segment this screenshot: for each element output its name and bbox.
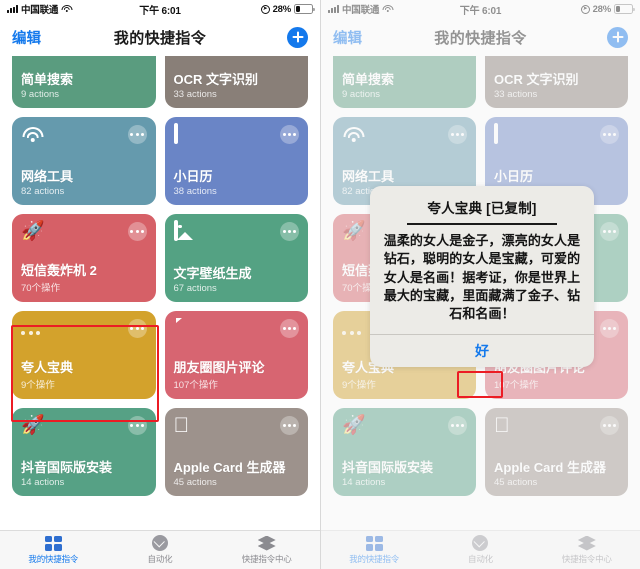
card-footer: 抖音国际版安装 14 actions [21, 460, 147, 488]
card-action-count: 38 actions [173, 186, 217, 197]
left-phone-screen: 中国联通 下午 6:01 ➤ 28% 编辑 我的快捷指令 简单搜索 9 acti… [0, 0, 320, 569]
card-action-count: 9个操作 [21, 380, 55, 391]
navigation-bar: 编辑 我的快捷指令 [0, 18, 320, 56]
card-footer: OCR 文字识别 33 actions [173, 72, 300, 100]
rocket-icon: 🚀 [21, 221, 45, 242]
card-more-button[interactable] [280, 416, 299, 435]
card-action-count: 14 actions [21, 477, 65, 488]
card-header: 🚀 [21, 416, 147, 440]
card-footer: 网络工具 82 actions [21, 169, 147, 197]
shortcut-card[interactable]: 小日历 38 actions [164, 117, 308, 205]
card-title: 简单搜索 [21, 72, 74, 88]
shortcut-card[interactable]: 🚀 短信轰炸机 2 70个操作 [12, 214, 156, 302]
tab-快捷指令中心[interactable]: 快捷指令中心 [213, 531, 320, 569]
card-header [21, 125, 147, 149]
card-footer: 文字壁纸生成 67 actions [173, 266, 300, 294]
card-more-button[interactable] [127, 222, 147, 241]
tab-自动化[interactable]: 自动化 [107, 531, 214, 569]
dialog-title: 夸人宝典 [已复制] [427, 201, 537, 216]
tab-label: 我的快捷指令 [28, 553, 79, 564]
dialog-ok-button[interactable]: 好 [370, 335, 594, 367]
card-title: 抖音国际版安装 [21, 460, 113, 476]
card-title: 网络工具 [21, 169, 74, 185]
card-action-count: 70个操作 [21, 283, 61, 294]
card-title: Apple Card 生成器 [173, 460, 286, 476]
card-header [173, 220, 299, 246]
wifi-icon [21, 125, 44, 145]
rocket-icon: 🚀 [21, 415, 45, 436]
shortcut-card[interactable]: 简单搜索 9 actions [12, 56, 156, 108]
card-more-button[interactable] [127, 416, 147, 435]
page-title: 我的快捷指令 [113, 29, 207, 47]
card-more-button[interactable] [280, 125, 299, 144]
card-title: OCR 文字识别 [173, 72, 259, 88]
card-footer: 短信轰炸机 2 70个操作 [21, 263, 147, 294]
battery-icon [294, 4, 315, 14]
card-more-button[interactable] [127, 319, 147, 338]
card-action-count: 67 actions [173, 283, 217, 294]
card-title: 朋友圈图片评论 [173, 360, 265, 376]
ellipsis-icon [21, 319, 44, 339]
card-footer: 简单搜索 9 actions [21, 72, 147, 100]
card-more-button[interactable] [127, 125, 147, 144]
tab-我的快捷指令[interactable]: 我的快捷指令 [0, 531, 107, 569]
card-footer: 小日历 38 actions [173, 169, 300, 197]
location-arrow-icon: ➤ [260, 4, 270, 14]
card-more-button[interactable] [280, 222, 299, 241]
card-action-count: 33 actions [173, 89, 217, 100]
shortcut-card[interactable]: OCR 文字识别 33 actions [164, 56, 308, 108]
shortcut-card[interactable]: 朋友圈图片评论 107个操作 [164, 311, 308, 399]
card-action-count: 45 actions [173, 477, 217, 488]
tab-label: 快捷指令中心 [241, 553, 292, 564]
dialog-body: 夸人宝典 [已复制] 温柔的女人是金子，漂亮的女人是钻石，聪明的女人是宝藏，可爱… [370, 186, 594, 334]
card-action-count: 82 actions [21, 186, 65, 197]
battery-percent-label: 28% [272, 3, 292, 15]
shortcut-card[interactable]: 网络工具 82 actions [12, 117, 156, 205]
status-bar: 中国联通 下午 6:01 ➤ 28% [0, 0, 320, 18]
shortcuts-grid: 简单搜索 9 actions OCR 文字识别 33 actions 网络工具 … [0, 56, 320, 496]
layers-icon [257, 535, 276, 551]
card-header: 🚀 [21, 222, 147, 246]
card-title: 夸人宝典 [21, 360, 74, 376]
card-footer: 朋友圈图片评论 107个操作 [173, 360, 300, 391]
right-phone-screen: 中国联通 下午 6:01 ➤ 28% 编辑 我的快捷指令 简单搜索 9 [320, 0, 640, 569]
card-more-button[interactable] [280, 319, 299, 338]
card-title: 文字壁纸生成 [173, 266, 252, 282]
shortcut-card[interactable]: 夸人宝典 9个操作 [12, 311, 156, 399]
tab-label: 自动化 [147, 554, 173, 564]
shortcut-card[interactable]: 🚀 抖音国际版安装 14 actions [12, 408, 156, 496]
status-bar-right: ➤ 28% [260, 3, 315, 15]
card-header [21, 319, 147, 343]
card-header:  [174, 415, 299, 440]
shortcut-card[interactable]: 文字壁纸生成 67 actions [164, 214, 308, 302]
card-action-count: 107个操作 [173, 380, 218, 391]
card-header [173, 123, 299, 149]
card-title: 小日历 [173, 169, 213, 185]
dialog-message: 温柔的女人是金子，漂亮的女人是钻石，聪明的女人是宝藏，可爱的女人是名画！据考证，… [383, 232, 581, 322]
grid-icon [44, 535, 62, 551]
card-action-count: 9 actions [21, 89, 60, 100]
dialog-title-rule [407, 223, 557, 225]
tab-bar: 我的快捷指令 自动化 快捷指令中心 [0, 530, 320, 569]
message-icon [174, 319, 197, 339]
card-header [174, 319, 299, 343]
dual-screenshot-comparison: 中国联通 下午 6:01 ➤ 28% 编辑 我的快捷指令 简单搜索 9 acti… [0, 0, 640, 569]
apple-icon:  [174, 415, 197, 436]
shortcuts-scroll-area[interactable]: 简单搜索 9 actions OCR 文字识别 33 actions 网络工具 … [0, 56, 320, 530]
calendar-icon [173, 123, 197, 145]
add-shortcut-button[interactable] [287, 26, 308, 48]
result-alert-dialog: 夸人宝典 [已复制] 温柔的女人是金子，漂亮的女人是钻石，聪明的女人是宝藏，可爱… [370, 186, 594, 367]
card-footer: 夸人宝典 9个操作 [21, 360, 147, 391]
card-title: 短信轰炸机 2 [21, 263, 97, 279]
shortcut-card[interactable]:  Apple Card 生成器 45 actions [164, 408, 308, 496]
card-footer: Apple Card 生成器 45 actions [173, 460, 300, 488]
photo-icon [173, 220, 197, 242]
clock-icon [152, 535, 168, 551]
